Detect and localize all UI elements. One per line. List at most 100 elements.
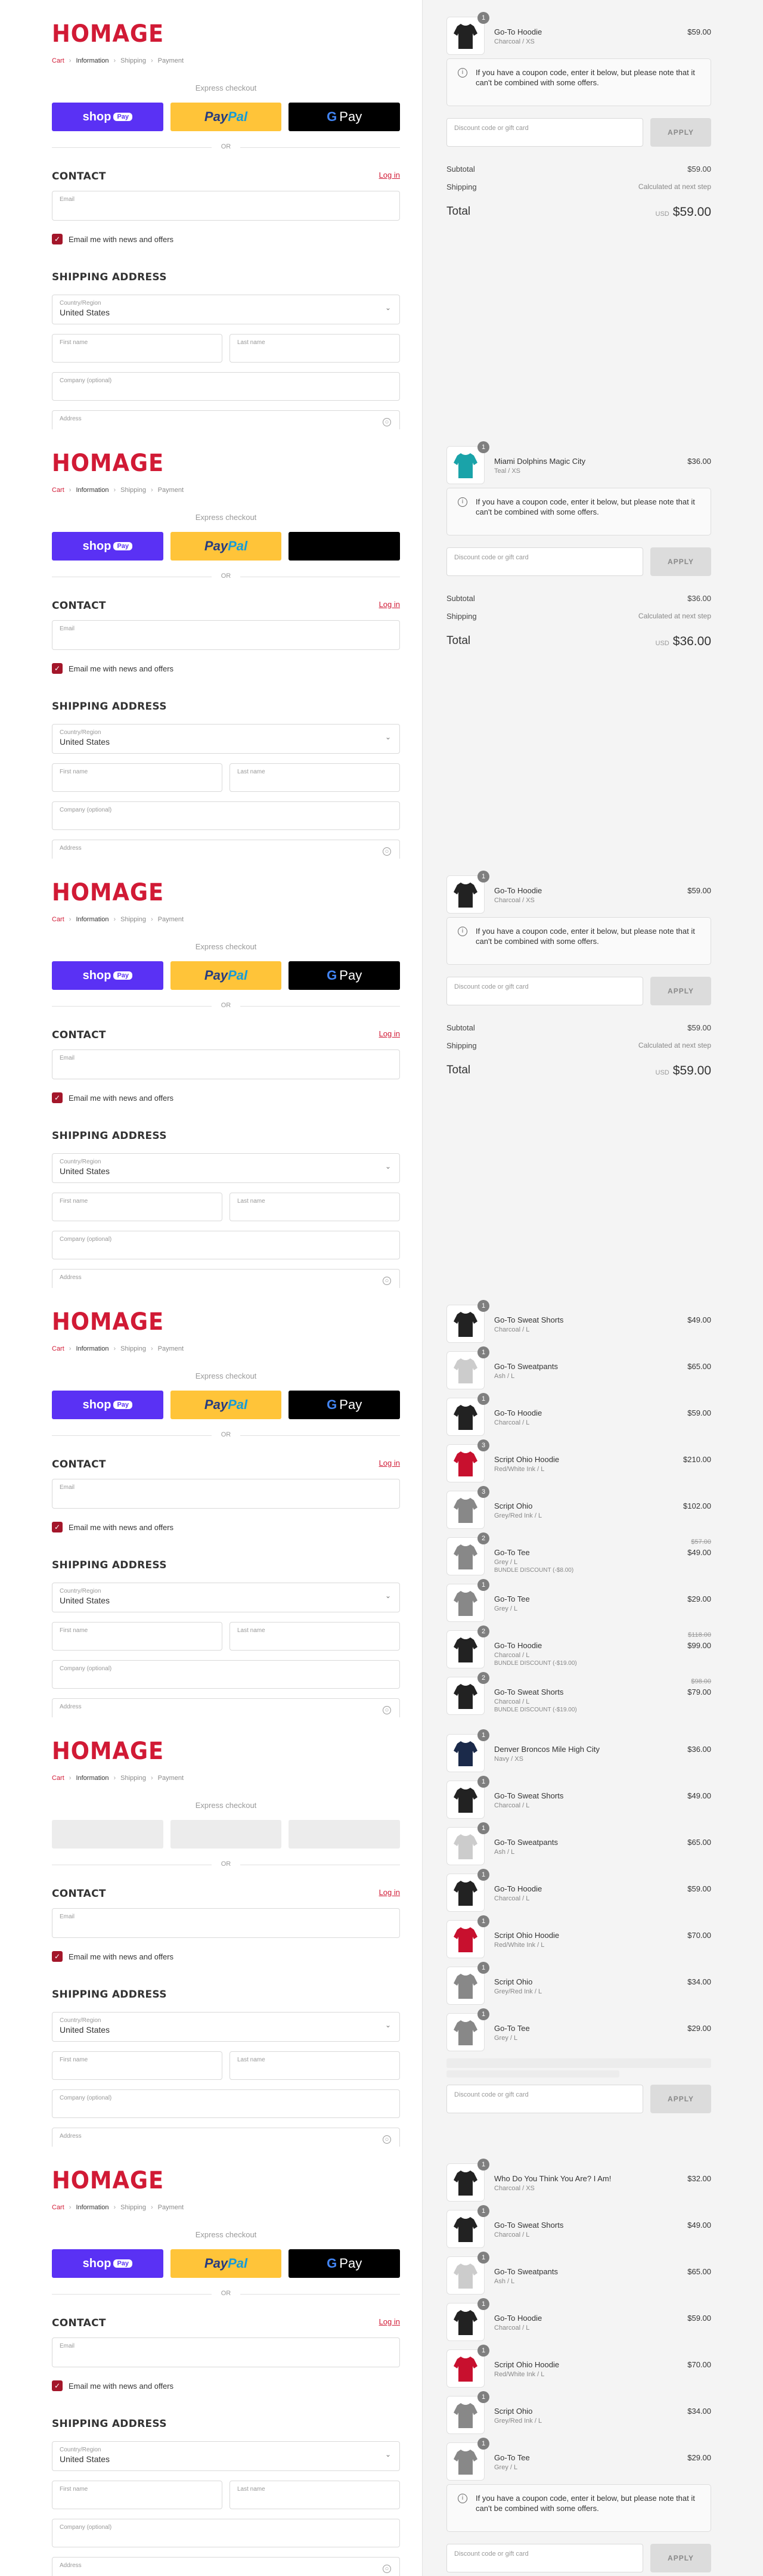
first-name-field[interactable]: First name <box>52 1193 222 1221</box>
chevron-right-icon: › <box>69 487 72 494</box>
brand-logo[interactable]: HOMAGE <box>52 1738 164 1765</box>
paypal-button[interactable]: Pay Pal <box>170 961 282 990</box>
shop-pay-button[interactable]: shop Pay <box>52 532 163 561</box>
apply-button[interactable]: APPLY <box>650 2085 711 2113</box>
coupon-notice-text: If you have a coupon code, enter it belo… <box>476 497 695 516</box>
login-link[interactable]: Log in <box>379 600 400 609</box>
google-pay-button[interactable]: G Pay <box>289 1391 401 1419</box>
discount-input[interactable]: Discount code or gift card <box>446 2544 643 2572</box>
company-field[interactable]: Company (optional) <box>52 1660 400 1689</box>
email-field[interactable]: Email <box>52 2337 400 2367</box>
breadcrumb-cart[interactable]: Cart <box>52 916 64 923</box>
shop-pay-button[interactable]: shop Pay <box>52 961 163 990</box>
brand-logo[interactable]: HOMAGE <box>52 1308 164 1336</box>
line-item: 1 Go-To Hoodie Charcoal / XS $59.00 <box>446 871 711 914</box>
company-field[interactable]: Company (optional) <box>52 2089 400 2118</box>
country-select[interactable]: Country/Region United States ⌄ <box>52 2012 400 2042</box>
company-field[interactable]: Company (optional) <box>52 801 400 830</box>
brand-logo[interactable]: HOMAGE <box>52 2167 164 2194</box>
breadcrumb-cart[interactable]: Cart <box>52 2204 64 2211</box>
login-link[interactable]: Log in <box>379 1459 400 1467</box>
last-name-field[interactable]: Last name <box>229 2481 400 2509</box>
google-pay-button[interactable]: G Pay <box>289 2249 401 2278</box>
discount-input[interactable]: Discount code or gift card <box>446 2085 643 2113</box>
last-name-field[interactable]: Last name <box>229 334 400 363</box>
product-name: Go-To Sweatpants <box>494 2267 558 2276</box>
login-link[interactable]: Log in <box>379 1029 400 1038</box>
address-field[interactable]: Address ○ <box>52 840 400 859</box>
brand-logo[interactable]: HOMAGE <box>52 450 164 477</box>
last-name-field[interactable]: Last name <box>229 763 400 792</box>
address-field[interactable]: Address ○ <box>52 1269 400 1288</box>
breadcrumb-cart[interactable]: Cart <box>52 1345 64 1352</box>
last-name-field[interactable]: Last name <box>229 1193 400 1221</box>
company-field[interactable]: Company (optional) <box>52 1231 400 1259</box>
breadcrumb-cart[interactable]: Cart <box>52 487 64 494</box>
address-field[interactable]: Address ○ <box>52 410 400 429</box>
apply-button[interactable]: APPLY <box>650 547 711 576</box>
email-field[interactable]: Email <box>52 191 400 221</box>
address-field[interactable]: Address ○ <box>52 2557 400 2576</box>
company-field[interactable]: Company (optional) <box>52 372 400 401</box>
apply-button[interactable]: APPLY <box>650 2544 711 2572</box>
country-select[interactable]: Country/Region United States ⌄ <box>52 295 400 324</box>
google-pay-button[interactable]: G Pay <box>289 103 401 131</box>
address-field[interactable]: Address ○ <box>52 1698 400 1717</box>
paypal-button[interactable]: Pay Pal <box>170 2249 282 2278</box>
country-select[interactable]: Country/Region United States ⌄ <box>52 724 400 754</box>
login-link[interactable]: Log in <box>379 2317 400 2326</box>
subtotal-value: $59.00 <box>687 1023 711 1032</box>
google-pay-label: Pay <box>339 109 362 124</box>
apply-button[interactable]: APPLY <box>650 118 711 147</box>
newsletter-checkbox[interactable]: ✓ Email me with news and offers <box>52 234 173 244</box>
breadcrumb-cart[interactable]: Cart <box>52 1775 64 1782</box>
discount-input[interactable]: Discount code or gift card <box>446 547 643 576</box>
apply-button[interactable]: APPLY <box>650 977 711 1005</box>
brand-logo[interactable]: HOMAGE <box>52 20 164 48</box>
newsletter-checkbox[interactable]: ✓ Email me with news and offers <box>52 1092 173 1103</box>
country-select[interactable]: Country/Region United States ⌄ <box>52 1153 400 1183</box>
google-g-icon: G <box>327 109 337 124</box>
paypal-button[interactable]: Pay Pal <box>170 532 282 561</box>
email-field[interactable]: Email <box>52 1908 400 1938</box>
country-select[interactable]: Country/Region United States ⌄ <box>52 1583 400 1612</box>
first-name-field[interactable]: First name <box>52 334 222 363</box>
google-pay-button[interactable] <box>289 532 401 561</box>
paypal-label-b: Pal <box>228 109 248 124</box>
shop-pay-button[interactable]: shop Pay <box>52 1391 163 1419</box>
first-name-field[interactable]: First name <box>52 1622 222 1651</box>
address-placeholder: Address <box>60 416 82 422</box>
newsletter-checkbox[interactable]: ✓ Email me with news and offers <box>52 1522 173 1532</box>
express-checkout-title: Express checkout <box>195 1371 257 1380</box>
product-price: $59.00 <box>687 1408 711 1417</box>
newsletter-checkbox[interactable]: ✓ Email me with news and offers <box>52 2380 173 2391</box>
email-field[interactable]: Email <box>52 1479 400 1509</box>
total-amount: $59.00 <box>672 205 711 219</box>
discount-input[interactable]: Discount code or gift card <box>446 977 643 1005</box>
or-divider: OR <box>52 572 400 580</box>
email-field[interactable]: Email <box>52 620 400 650</box>
address-field[interactable]: Address ○ <box>52 2128 400 2147</box>
login-link[interactable]: Log in <box>379 171 400 179</box>
country-select[interactable]: Country/Region United States ⌄ <box>52 2441 400 2471</box>
email-field[interactable]: Email <box>52 1049 400 1079</box>
paypal-button[interactable]: Pay Pal <box>170 1391 282 1419</box>
shop-pay-button[interactable]: shop Pay <box>52 103 163 131</box>
last-name-field[interactable]: Last name <box>229 2051 400 2080</box>
newsletter-checkbox[interactable]: ✓ Email me with news and offers <box>52 663 173 674</box>
newsletter-checkbox[interactable]: ✓ Email me with news and offers <box>52 1951 173 1962</box>
shop-pay-button[interactable]: shop Pay <box>52 2249 163 2278</box>
login-link[interactable]: Log in <box>379 1888 400 1897</box>
company-field[interactable]: Company (optional) <box>52 2519 400 2547</box>
breadcrumb-cart[interactable]: Cart <box>52 57 64 64</box>
brand-logo[interactable]: HOMAGE <box>52 879 164 906</box>
subtotal-label: Subtotal <box>446 594 475 603</box>
paypal-button[interactable]: Pay Pal <box>170 103 282 131</box>
discount-input[interactable]: Discount code or gift card <box>446 118 643 147</box>
first-name-field[interactable]: First name <box>52 2481 222 2509</box>
first-name-field[interactable]: First name <box>52 2051 222 2080</box>
last-name-field[interactable]: Last name <box>229 1622 400 1651</box>
first-name-field[interactable]: First name <box>52 763 222 792</box>
google-pay-button[interactable]: G Pay <box>289 961 401 990</box>
google-g-icon: G <box>327 1397 337 1412</box>
